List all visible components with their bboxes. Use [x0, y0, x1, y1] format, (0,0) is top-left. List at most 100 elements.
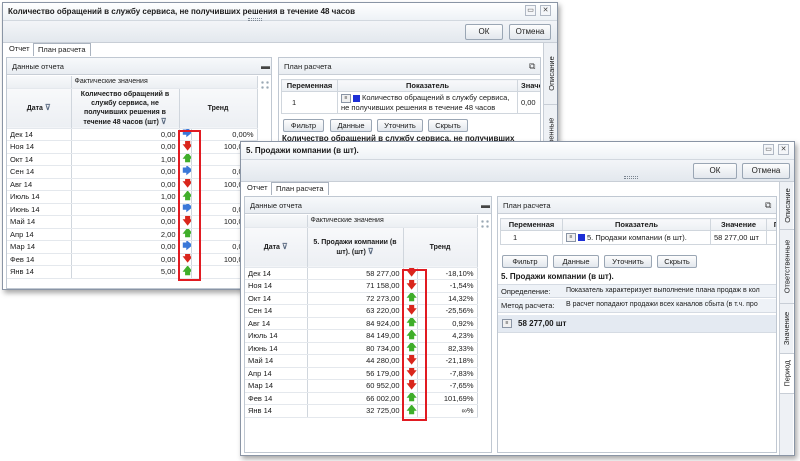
table-row[interactable]: Май 14 44 280,00 🡇 -21,18%	[245, 354, 478, 368]
indicator-cell: ≡ Количество обращений в службу сервиса, …	[337, 91, 518, 114]
kpi-window-sales: 5. Продажи компании (в шт). ▭ ✕ ОК Отмен…	[240, 141, 795, 456]
side-tabs: Описание Ответственные Значение Период	[779, 182, 794, 455]
table-row[interactable]: Мар 140,00🡆0,00%	[7, 240, 258, 254]
table-row[interactable]: Янв 14 32 725,00 🡅 ∞%	[245, 404, 478, 418]
close-icon[interactable]: ✕	[540, 5, 551, 16]
col-date-header[interactable]: Дата ⊽	[245, 227, 308, 268]
date-cell: Фев 14	[245, 392, 308, 405]
collapse-icon[interactable]: ▬	[481, 200, 490, 210]
value-cell: 1,00	[71, 153, 180, 166]
table-row[interactable]: Сен 14 63 220,00 🡇 -25,56%	[245, 304, 478, 318]
filter-button[interactable]: Фильтр	[283, 119, 324, 132]
table-row[interactable]: Сен 140,00🡆0,00%	[7, 165, 258, 179]
side-tab-value[interactable]: Значение	[780, 304, 794, 354]
table-row[interactable]: Фев 14 66 002,00 🡅 101,69%	[245, 392, 478, 405]
ok-button[interactable]: ОК	[465, 24, 503, 40]
table-row[interactable]: Дек 140,00🡆0,00%	[7, 128, 258, 141]
color-swatch-icon	[353, 94, 360, 102]
minimize-icon[interactable]: ▭	[525, 5, 536, 16]
value-cell: 66 002,00	[307, 392, 404, 405]
filter-button[interactable]: Фильтр	[502, 255, 548, 268]
table-row[interactable]: 1 ≡ Количество обращений в службу сервиса…	[281, 91, 540, 114]
table-row[interactable]: Апр 142,00🡅∞%	[7, 228, 258, 241]
date-cell: Май 14	[245, 354, 308, 368]
ok-button[interactable]: ОК	[693, 163, 737, 179]
col-trend-header[interactable]: Тренд	[179, 88, 258, 129]
col-value-header[interactable]: 5. Продажи компании (в шт). (шт) ⊽	[307, 227, 404, 268]
table-row[interactable]: Апр 14 56 179,00 🡇 -7,83%	[245, 367, 478, 380]
table-row[interactable]: Авг 14 84 924,00 🡅 0,92%	[245, 317, 478, 330]
tab-calculation-plan[interactable]: План расчета	[271, 182, 329, 195]
table-row[interactable]: Июнь 140,00🡆0,00%	[7, 203, 258, 216]
refine-button[interactable]: Уточнить	[604, 255, 652, 268]
date-cell: Авг 14	[245, 317, 308, 330]
table-row[interactable]: Ноя 140,00🡇100,00%	[7, 140, 258, 154]
table-row[interactable]: Фев 140,00🡇100,00%	[7, 253, 258, 266]
table-row[interactable]: Июль 141,00🡅∞%	[7, 190, 258, 204]
side-tab-description[interactable]: Описание	[780, 182, 794, 230]
date-cell: Май 14	[7, 215, 72, 229]
panel-title: Данные отчета	[12, 62, 64, 71]
side-tab-responsible[interactable]: Ответственные	[780, 230, 794, 304]
refine-button[interactable]: Уточнить	[377, 119, 423, 132]
filter-icon[interactable]: ⊽	[282, 242, 288, 251]
restore-icon[interactable]: ⧉	[765, 200, 771, 211]
hide-button[interactable]: Скрыть	[657, 255, 697, 268]
result-value: 58 277,00 шт	[518, 319, 567, 328]
value-cell: 0,00	[71, 128, 180, 141]
side-tab-period[interactable]: Период	[780, 354, 794, 394]
col-date-header[interactable]: Дата ⊽	[7, 88, 72, 129]
value-cell: 71 158,00	[307, 279, 404, 293]
cancel-button[interactable]: Отмена	[509, 24, 551, 40]
panel-title: План расчета	[503, 201, 551, 210]
method-label: Метод расчета:	[501, 301, 555, 310]
value-cell: 0,00	[71, 253, 180, 266]
col-variable-header: Переменная	[281, 79, 338, 92]
tab-calculation-plan[interactable]: План расчета	[33, 43, 91, 56]
table-row[interactable]: Дек 14 58 277,00 🡇 -18,10%	[245, 267, 478, 280]
minimize-icon[interactable]: ▭	[763, 144, 774, 155]
side-tab-description[interactable]: Описание	[544, 43, 557, 105]
value-cell: 0,00	[71, 165, 180, 179]
restore-icon[interactable]: ⧉	[529, 61, 535, 72]
result-row: ≡ 58 277,00 шт	[498, 315, 776, 333]
table-row[interactable]: Ноя 14 71 158,00 🡇 -1,54%	[245, 279, 478, 293]
date-cell: Фев 14	[7, 253, 72, 266]
table-row[interactable]: 1 ≡ 5. Продажи компании (в шт). 58 277,00…	[500, 230, 776, 245]
table-row[interactable]: Окт 14 72 273,00 🡅 14,32%	[245, 292, 478, 305]
tab-report[interactable]: Отчет	[243, 182, 272, 195]
col-trend-header[interactable]: Тренд	[403, 227, 478, 268]
value-cell: 84 924,00	[307, 317, 404, 330]
data-button[interactable]: Данные	[553, 255, 599, 268]
variables-table: Переменная Показатель Значе 1 ≡ Количество …	[281, 79, 540, 114]
table-row[interactable]: Май 140,00🡇100,00%	[7, 215, 258, 229]
drag-handle-icon[interactable]	[260, 80, 270, 90]
filter-icon[interactable]: ⊽	[45, 103, 51, 112]
table-row[interactable]: Авг 140,00🡇100,00%	[7, 178, 258, 191]
splitter-grip-icon[interactable]	[624, 176, 638, 179]
date-cell: Июль 14	[245, 329, 308, 343]
value-cell: 0,00	[517, 91, 540, 114]
drag-handle-icon[interactable]	[480, 219, 490, 229]
table-row[interactable]: Окт 141,00🡅∞%	[7, 153, 258, 166]
hide-button[interactable]: Скрыть	[428, 119, 468, 132]
close-icon[interactable]: ✕	[778, 144, 789, 155]
value-cell: 72 273,00	[307, 292, 404, 305]
kpi-icon: ≡	[341, 93, 351, 103]
value-cell: 1,00	[71, 190, 180, 204]
filter-icon[interactable]: ⊽	[368, 247, 374, 256]
table-row[interactable]: Июнь 14 80 734,00 🡅 82,33%	[245, 342, 478, 355]
color-swatch-icon	[578, 234, 585, 242]
date-cell: Мар 14	[245, 379, 308, 393]
collapse-icon[interactable]: ▬	[261, 61, 270, 71]
table-row[interactable]: Янв 145,00🡅∞%	[7, 265, 258, 279]
tab-report[interactable]: Отчет	[5, 43, 34, 56]
data-button[interactable]: Данные	[330, 119, 372, 132]
col-variable-header: Переменная	[500, 218, 563, 231]
cancel-button[interactable]: Отмена	[742, 163, 790, 179]
filter-icon[interactable]: ⊽	[161, 117, 167, 126]
table-row[interactable]: Мар 14 60 952,00 🡇 -7,65%	[245, 379, 478, 393]
value-cell: 84 149,00	[307, 329, 404, 343]
col-value-header[interactable]: Количество обращений в службу сервиса, н…	[71, 88, 180, 129]
table-row[interactable]: Июль 14 84 149,00 🡅 4,23%	[245, 329, 478, 343]
